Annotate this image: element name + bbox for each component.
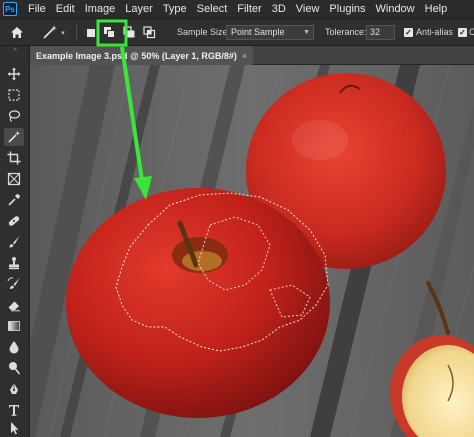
- menu-image[interactable]: Image: [80, 0, 121, 18]
- lasso-tool-icon[interactable]: [4, 107, 24, 125]
- menu-bar: Ps File Edit Image Layer Type Select Fil…: [0, 0, 474, 18]
- tolerance-input[interactable]: 32: [366, 25, 395, 40]
- menu-filter[interactable]: Filter: [232, 0, 266, 18]
- home-icon[interactable]: [8, 24, 26, 41]
- new-selection-icon: [87, 28, 95, 37]
- clone-stamp-tool-icon[interactable]: [4, 254, 24, 272]
- tool-preset-picker[interactable]: ▾: [38, 24, 68, 41]
- menu-layer[interactable]: Layer: [120, 0, 158, 18]
- pen-tool-icon[interactable]: [4, 380, 24, 398]
- subtract-from-selection-icon: [122, 26, 134, 38]
- document-tab[interactable]: Example Image 3.psd @ 50% (Layer 1, RGB/…: [30, 46, 254, 65]
- blur-tool-icon[interactable]: [4, 338, 24, 356]
- sample-size-value: Point Sample: [231, 27, 285, 37]
- marquee-tool-icon[interactable]: [4, 86, 24, 104]
- chevron-down-icon: ▼: [303, 29, 310, 36]
- menu-view[interactable]: View: [291, 0, 325, 18]
- photoshop-logo-icon[interactable]: Ps: [3, 2, 17, 16]
- menu-3d[interactable]: 3D: [267, 0, 291, 18]
- history-brush-tool-icon[interactable]: [4, 275, 24, 293]
- menu-window[interactable]: Window: [371, 0, 420, 18]
- contiguous-checkbox[interactable]: ✓: [458, 28, 467, 37]
- tools-panel: »: [0, 46, 30, 437]
- document-tab-bar: Example Image 3.psd @ 50% (Layer 1, RGB/…: [30, 46, 474, 65]
- menu-type[interactable]: Type: [158, 0, 192, 18]
- chevron-down-icon: ▾: [61, 29, 65, 37]
- add-to-selection-button[interactable]: [101, 24, 117, 41]
- path-selection-tool-icon[interactable]: [4, 421, 24, 435]
- intersect-selection-icon: [142, 26, 155, 39]
- move-tool-icon[interactable]: [4, 65, 24, 83]
- tolerance-label: Tolerance:: [325, 27, 367, 37]
- anti-alias-label: Anti-alias: [416, 27, 454, 37]
- dodge-tool-icon[interactable]: [4, 359, 24, 377]
- sample-size-label: Sample Size:: [177, 27, 231, 37]
- eyedropper-tool-icon[interactable]: [4, 191, 24, 209]
- frame-tool-icon[interactable]: [4, 170, 24, 188]
- options-bar: ▾ Sample Size: Point Sample ▼ Tolerance:…: [0, 18, 474, 46]
- menu-file[interactable]: File: [23, 0, 51, 18]
- separator: [76, 24, 77, 41]
- subtract-from-selection-button[interactable]: [121, 24, 137, 41]
- magic-wand-icon: [43, 25, 58, 39]
- eraser-tool-icon[interactable]: [4, 296, 24, 314]
- menu-help[interactable]: Help: [420, 0, 453, 18]
- close-icon[interactable]: ×: [242, 51, 247, 61]
- intersect-selection-button[interactable]: [141, 24, 157, 41]
- anti-alias-checkbox[interactable]: ✓: [404, 28, 413, 37]
- collapse-arrows-icon[interactable]: »: [0, 46, 30, 56]
- menu-select[interactable]: Select: [192, 0, 233, 18]
- add-to-selection-icon: [103, 27, 115, 38]
- brush-tool-icon[interactable]: [4, 233, 24, 251]
- new-selection-button[interactable]: [84, 24, 98, 41]
- gradient-tool-icon[interactable]: [4, 317, 24, 335]
- menu-plugins[interactable]: Plugins: [324, 0, 370, 18]
- contiguous-label: C: [469, 27, 474, 37]
- crop-tool-icon[interactable]: [4, 149, 24, 167]
- type-tool-icon[interactable]: [4, 401, 24, 419]
- magic-wand-tool-icon[interactable]: [4, 128, 24, 146]
- canvas-image: [30, 65, 474, 437]
- document-canvas[interactable]: [30, 65, 474, 437]
- healing-brush-tool-icon[interactable]: [4, 212, 24, 230]
- document-tab-title: Example Image 3.psd @ 50% (Layer 1, RGB/…: [36, 50, 237, 61]
- menu-edit[interactable]: Edit: [51, 0, 80, 18]
- sample-size-select[interactable]: Point Sample ▼: [226, 25, 314, 40]
